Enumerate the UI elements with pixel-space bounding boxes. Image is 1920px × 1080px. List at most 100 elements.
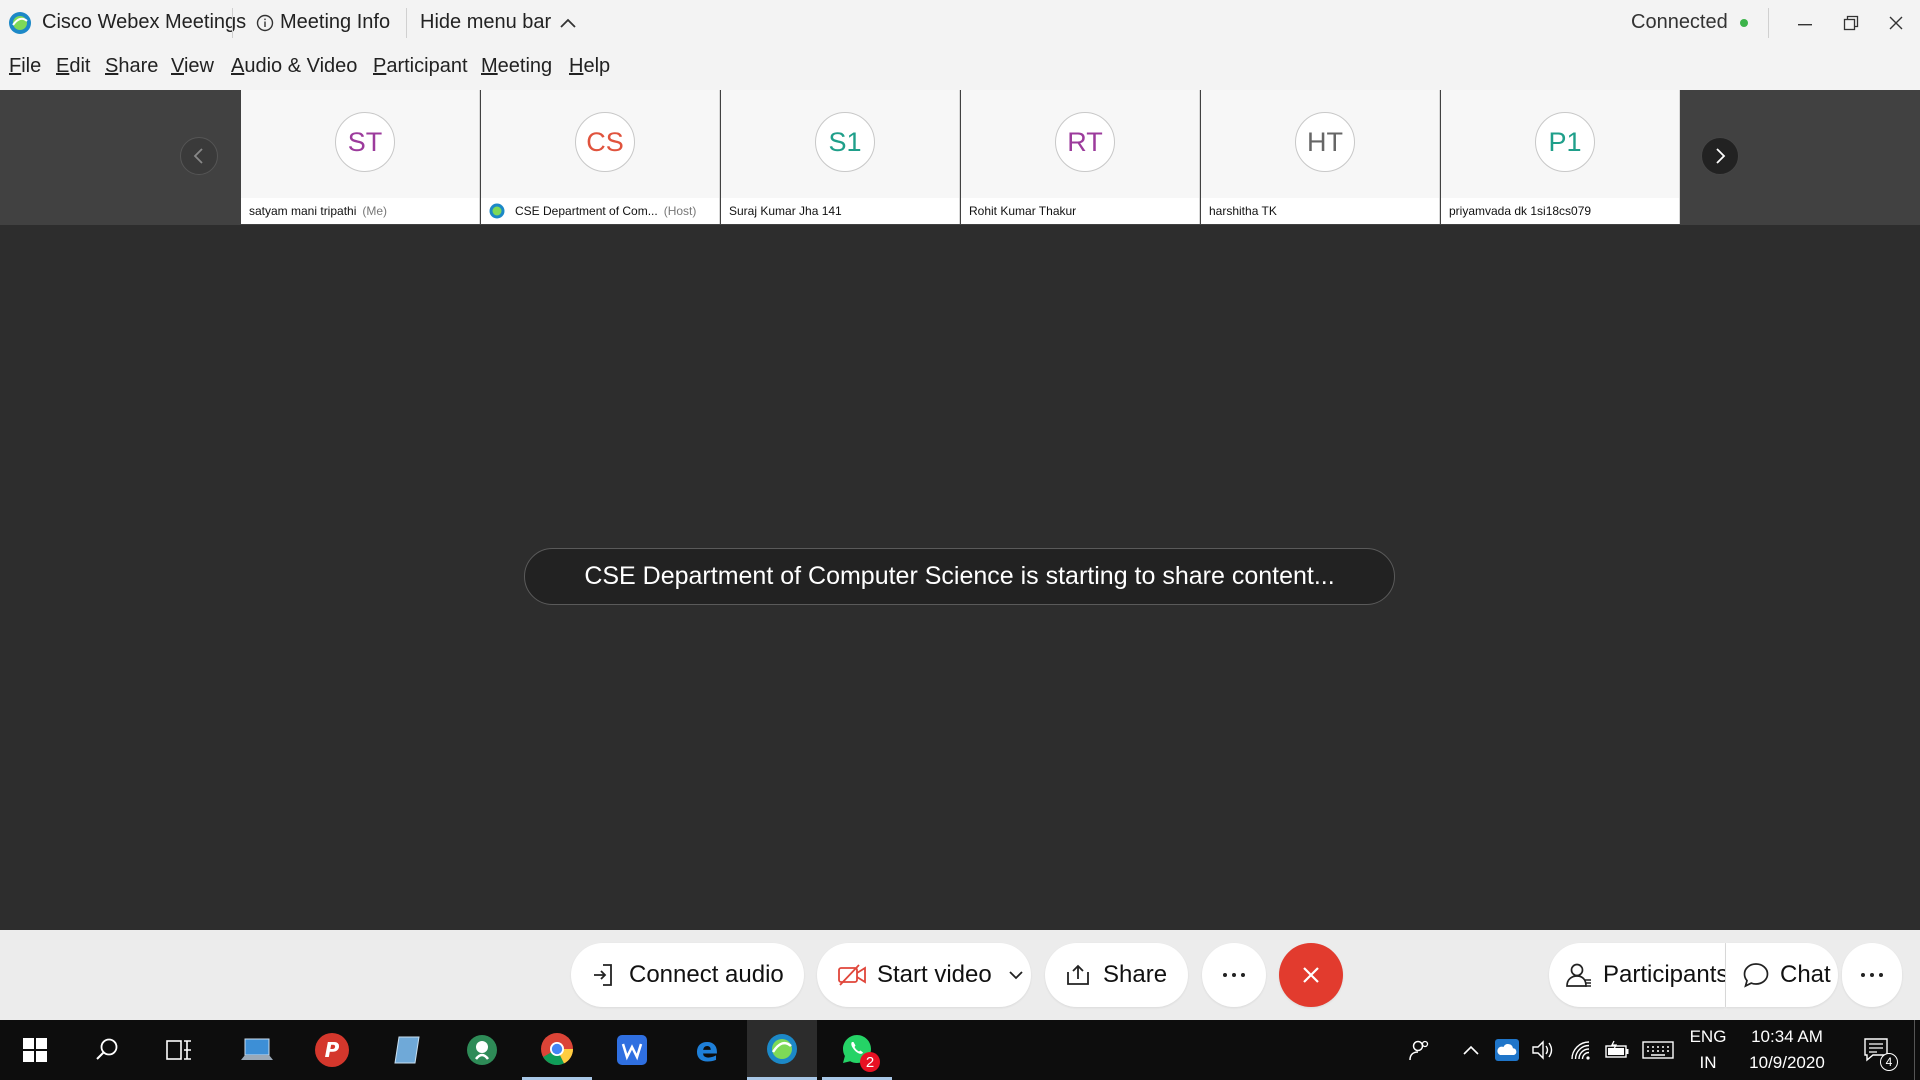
people-icon: [1409, 1040, 1429, 1061]
participant-card[interactable]: S1 Suraj Kumar Jha 141: [721, 90, 960, 224]
onedrive-button[interactable]: [1492, 1020, 1522, 1080]
participant-card[interactable]: RT Rohit Kumar Thakur: [961, 90, 1200, 224]
language-label: ENG: [1689, 1027, 1727, 1046]
close-window-button[interactable]: [1873, 0, 1919, 45]
menu-meeting[interactable]: Meeting: [481, 55, 552, 78]
taskbar-app-psiphon[interactable]: P: [297, 1020, 367, 1080]
menu-share-accel: S: [105, 55, 119, 77]
taskbar-app-chrome[interactable]: [522, 1020, 592, 1080]
menu-view[interactable]: View: [171, 55, 214, 78]
people-button[interactable]: [1400, 1020, 1440, 1080]
restore-button[interactable]: [1828, 0, 1874, 45]
menu-bar: File Edit Share View Audio & Video Parti…: [0, 45, 1920, 90]
participant-card[interactable]: HT harshitha TK: [1201, 90, 1440, 224]
menu-help-label: elp: [583, 55, 611, 77]
windows-taskbar: P e 2 ENG IN 10:34 AM 10/9/2020 4: [0, 1020, 1920, 1080]
clock-button[interactable]: 10:34 AM 10/9/2020: [1740, 1020, 1834, 1080]
hide-menu-bar-button[interactable]: Hide menu bar: [420, 0, 577, 45]
action-center-button[interactable]: 4: [1852, 1020, 1902, 1080]
chat-button[interactable]: Chat: [1726, 943, 1838, 1007]
participant-role-tag: (Host): [663, 204, 697, 218]
menu-help[interactable]: Help: [569, 55, 610, 78]
network-button[interactable]: [1566, 1020, 1596, 1080]
chat-icon: [1743, 963, 1769, 988]
notes-app-icon: [394, 1036, 420, 1064]
taskbar-app-webex[interactable]: [747, 1020, 817, 1080]
volume-button[interactable]: [1528, 1020, 1558, 1080]
menu-share-label: hare: [118, 55, 159, 77]
divider: [406, 8, 407, 38]
scroll-left-button[interactable]: [180, 137, 218, 175]
start-video-button[interactable]: Start video: [817, 943, 1031, 1007]
start-button[interactable]: [0, 1020, 70, 1080]
edge-icon: e: [695, 1033, 718, 1067]
menu-participant-label: articipant: [386, 55, 468, 77]
menu-edit[interactable]: Edit: [56, 55, 90, 78]
windows-logo-icon: [23, 1038, 47, 1062]
close-icon: [1889, 16, 1903, 29]
avatar: ST: [335, 112, 395, 172]
connection-status: Connected: [1631, 0, 1748, 45]
participant-name-label: Rohit Kumar Thakur: [969, 204, 1077, 218]
chevron-down-icon[interactable]: [1008, 969, 1024, 981]
task-view-button[interactable]: [144, 1020, 214, 1080]
search-icon: [96, 1038, 118, 1060]
ellipsis-icon: [1861, 973, 1883, 977]
meeting-info-button[interactable]: Meeting Info: [256, 0, 390, 45]
participant-name-label: priyamvada dk 1si18cs079: [1449, 204, 1592, 218]
end-meeting-button[interactable]: [1279, 943, 1343, 1007]
taskbar-app-edge[interactable]: e: [672, 1020, 742, 1080]
cloud-sync-icon: [1495, 1039, 1519, 1061]
restore-icon: [1843, 15, 1859, 30]
clock-date: 10/9/2020: [1749, 1053, 1825, 1072]
menu-audio-video[interactable]: Audio & Video: [231, 55, 357, 78]
notification-count-badge: 4: [1880, 1053, 1898, 1071]
video-off-icon: [838, 964, 866, 986]
avatar: CS: [575, 112, 635, 172]
participant-name-label: Suraj Kumar Jha 141: [729, 204, 842, 218]
menu-file[interactable]: File: [9, 55, 41, 78]
participant-name: priyamvada dk 1si18cs079: [1441, 198, 1679, 224]
participant-name: Rohit Kumar Thakur: [961, 198, 1199, 224]
keyboard-icon: [1642, 1041, 1674, 1059]
location-app-icon: [467, 1035, 497, 1065]
taskbar-app-whatsapp[interactable]: 2: [822, 1020, 892, 1080]
battery-button[interactable]: [1602, 1020, 1632, 1080]
participant-card[interactable]: ST satyam mani tripathi (Me): [241, 90, 480, 224]
touch-keyboard-button[interactable]: [1640, 1020, 1676, 1080]
app-title: Cisco Webex Meetings: [8, 0, 246, 45]
menu-share[interactable]: Share: [105, 55, 158, 78]
panel-options-button[interactable]: [1842, 943, 1902, 1007]
taskbar-app-notes[interactable]: [372, 1020, 442, 1080]
chevron-up-icon: [1463, 1045, 1479, 1055]
menu-participant[interactable]: Participant: [373, 55, 468, 78]
participant-name-label: harshitha TK: [1209, 204, 1277, 218]
start-video-label: Start video: [877, 961, 992, 988]
menu-participant-accel: P: [373, 55, 387, 77]
participants-label: Participants: [1603, 961, 1729, 988]
show-hidden-icons-button[interactable]: [1456, 1020, 1486, 1080]
participant-card[interactable]: CS CSE Department of Com... (Host): [481, 90, 720, 224]
search-button[interactable]: [72, 1020, 142, 1080]
ellipsis-icon: [1223, 973, 1245, 977]
taskbar-app-laptop[interactable]: [222, 1020, 292, 1080]
chevron-up-icon: [560, 18, 576, 28]
scroll-right-button[interactable]: [1701, 137, 1739, 175]
whatsapp-badge: 2: [860, 1052, 880, 1072]
svg-text:e: e: [695, 1033, 718, 1067]
chrome-icon: [541, 1032, 573, 1065]
hide-menu-bar-label: Hide menu bar: [420, 11, 552, 33]
chevron-right-icon: [1716, 148, 1726, 164]
participant-card[interactable]: P1 priyamvada dk 1si18cs079: [1441, 90, 1680, 224]
participants-button[interactable]: Participants: [1549, 943, 1729, 1007]
connect-audio-button[interactable]: Connect audio: [571, 943, 804, 1007]
region-label: IN: [1699, 1053, 1717, 1072]
minimize-icon: [1798, 23, 1812, 25]
minimize-button[interactable]: [1782, 0, 1828, 45]
taskbar-app-maps[interactable]: [447, 1020, 517, 1080]
avatar: RT: [1055, 112, 1115, 172]
input-language-button[interactable]: ENG IN: [1682, 1020, 1734, 1080]
share-button[interactable]: Share: [1045, 943, 1188, 1007]
taskbar-app-wps[interactable]: [597, 1020, 667, 1080]
more-options-button[interactable]: [1202, 943, 1266, 1007]
